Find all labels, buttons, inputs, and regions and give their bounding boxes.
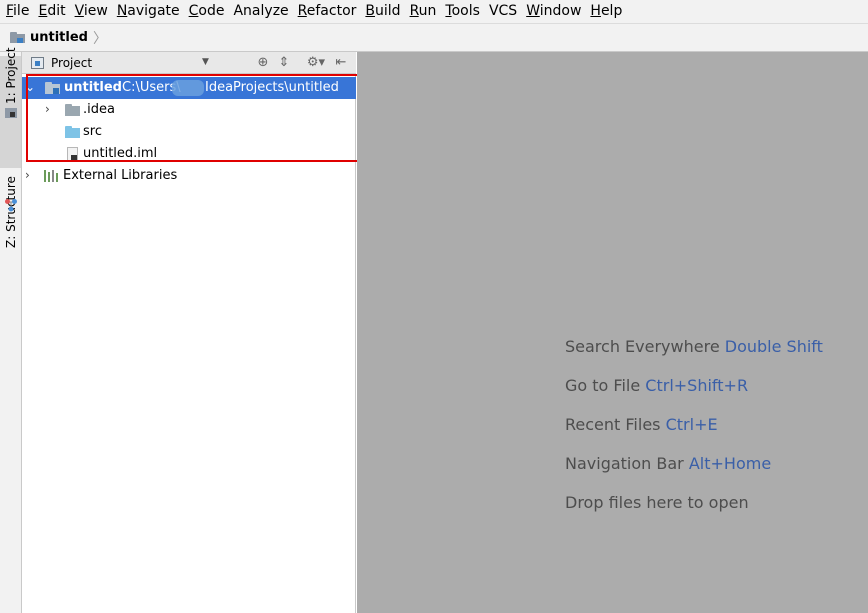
menu-help[interactable]: Help xyxy=(590,0,622,23)
hide-panel-icon[interactable]: ⇤ xyxy=(333,55,349,71)
tool-tab-project-label: 1: Project xyxy=(4,47,18,104)
menu-vcs[interactable]: VCS xyxy=(489,0,517,23)
menu-window[interactable]: Window xyxy=(526,0,581,23)
menu-refactor[interactable]: Refactor xyxy=(298,0,357,23)
tool-tab-structure-label: Z: Structure xyxy=(4,176,18,248)
chevron-down-icon[interactable]: ⌄ xyxy=(25,80,35,94)
tree-item-label: External Libraries xyxy=(63,168,178,183)
tree-item-label: src xyxy=(83,124,102,139)
menu-run[interactable]: Run xyxy=(410,0,437,23)
collapse-all-icon[interactable]: ⇕ xyxy=(276,55,292,71)
breadcrumb-project[interactable]: untitled xyxy=(30,30,88,45)
hint-recent-files: Recent Files Ctrl+E xyxy=(565,415,718,434)
project-folder-icon xyxy=(10,32,25,43)
structure-icon xyxy=(5,199,17,212)
chevron-right-icon[interactable]: › xyxy=(45,102,50,116)
editor-empty-area[interactable]: Search Everywhere Double Shift Go to Fil… xyxy=(357,52,868,613)
hint-navigation-bar: Navigation Bar Alt+Home xyxy=(565,454,772,473)
tree-row-external-libraries[interactable]: › External Libraries xyxy=(22,165,356,187)
hint-drop-files: Drop files here to open xyxy=(565,493,749,512)
menu-edit[interactable]: Edit xyxy=(38,0,65,23)
menu-code[interactable]: Code xyxy=(189,0,225,23)
tool-tab-project[interactable]: 1: Project xyxy=(0,47,21,168)
project-view-title[interactable]: Project xyxy=(51,56,92,70)
locate-file-icon[interactable]: ⊕ xyxy=(255,55,271,71)
project-panel: Project ▼ ⊕ ⇕ ⚙▾ ⇤ ⌄ untitled C:\Users\ … xyxy=(22,52,356,613)
project-view-dropdown-icon[interactable]: ▼ xyxy=(202,57,209,67)
hint-search-everywhere: Search Everywhere Double Shift xyxy=(565,337,823,356)
menu-navigate[interactable]: Navigate xyxy=(117,0,180,23)
libraries-icon xyxy=(44,170,60,182)
tree-row-idea[interactable]: › .idea xyxy=(22,99,356,121)
tree-row-src[interactable]: src xyxy=(22,121,356,143)
menu-tools[interactable]: Tools xyxy=(445,0,480,23)
project-view-icon xyxy=(31,57,44,69)
tree-root-path-suffix: IdeaProjects\untitled xyxy=(205,80,339,95)
tree-item-label: .idea xyxy=(83,102,115,117)
settings-gear-icon[interactable]: ⚙▾ xyxy=(304,55,328,71)
chevron-right-icon[interactable]: › xyxy=(25,168,30,182)
menu-bar: File Edit View Navigate Code Analyze Ref… xyxy=(0,0,868,23)
tool-tab-structure[interactable]: Z: Structure xyxy=(0,172,21,252)
tree-item-label: untitled.iml xyxy=(83,146,158,161)
redacted-username xyxy=(172,80,204,96)
tree-row-iml[interactable]: untitled.iml xyxy=(22,143,356,165)
menu-build[interactable]: Build xyxy=(365,0,400,23)
menu-analyze[interactable]: Analyze xyxy=(233,0,288,23)
project-panel-header: Project ▼ ⊕ ⇕ ⚙▾ ⇤ xyxy=(22,52,356,74)
hint-go-to-file: Go to File Ctrl+Shift+R xyxy=(565,376,749,395)
module-folder-icon xyxy=(45,82,60,94)
tree-root-name: untitled xyxy=(64,80,122,95)
menu-view[interactable]: View xyxy=(75,0,108,23)
source-folder-icon xyxy=(65,126,80,138)
folder-icon xyxy=(65,104,80,116)
project-icon xyxy=(5,108,17,118)
module-file-icon xyxy=(67,147,78,161)
breadcrumb: untitled 〉 xyxy=(0,23,868,52)
left-tool-strip: 1: Project Z: Structure xyxy=(0,47,22,613)
breadcrumb-separator: 〉 xyxy=(92,30,107,47)
menu-file[interactable]: File xyxy=(6,0,29,23)
